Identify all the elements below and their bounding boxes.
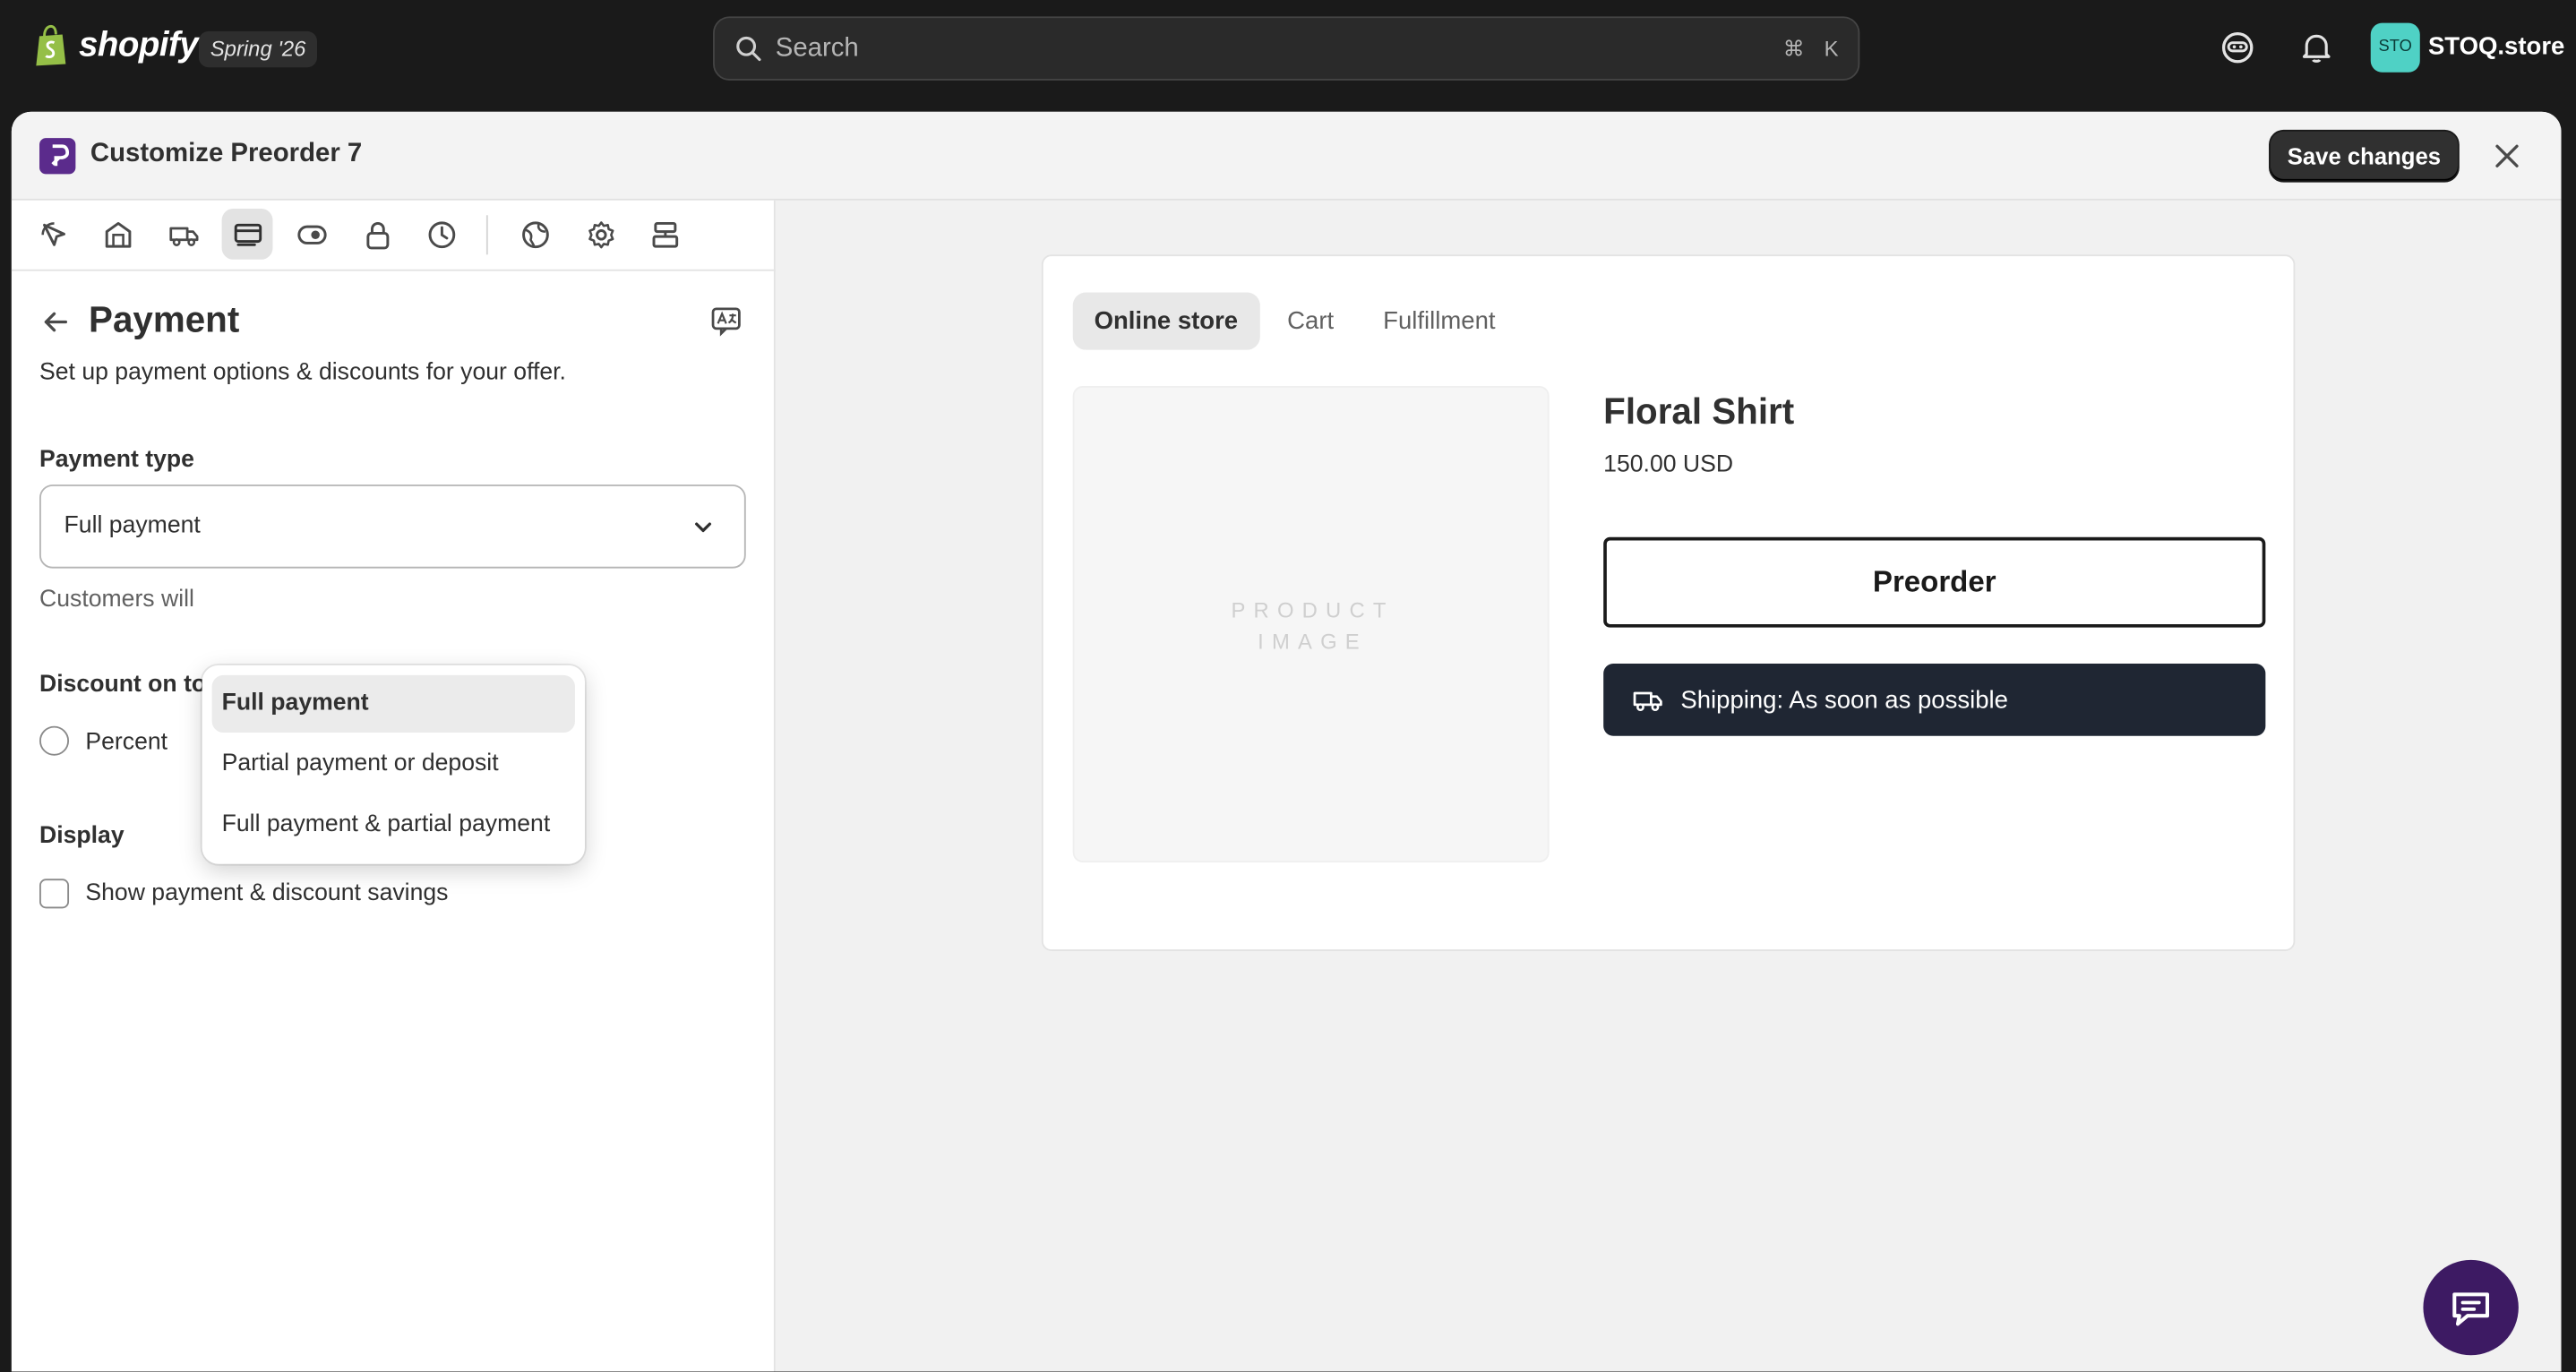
payment-icon[interactable] [221, 208, 273, 260]
settings-panel: Payment Set up payment options & discoun… [11, 200, 776, 1372]
panel-title: Payment [89, 298, 240, 340]
icon-bar-divider [485, 215, 488, 255]
preorder-button[interactable]: Preorder [1603, 536, 2266, 628]
product-image-placeholder: PRODUCT IMAGE [1072, 386, 1550, 862]
show-savings-label[interactable]: Show payment & discount savings [85, 880, 448, 906]
preview-card: Online store Cart Fulfillment PRODUCT IM… [1041, 254, 2296, 952]
chevron-down-icon [695, 522, 712, 533]
product-name: Floral Shirt [1603, 390, 1795, 433]
globe-icon[interactable] [510, 209, 561, 260]
search-placeholder: Search [775, 33, 859, 62]
shopify-bag-icon [36, 24, 66, 66]
store-icon[interactable] [92, 209, 143, 260]
shopify-wordmark: shopify [79, 26, 199, 64]
product-image-text: PRODUCT IMAGE [1231, 597, 1395, 655]
modal-title: Customize Preorder 7 [90, 139, 363, 168]
customize-modal: Customize Preorder 7 Save changes Paymen… [11, 111, 2562, 1372]
tab-cart[interactable]: Cart [1266, 292, 1355, 349]
appearance-icon[interactable] [28, 209, 79, 260]
lock-icon[interactable] [352, 209, 403, 260]
modal-header: Customize Preorder 7 Save changes [11, 111, 2562, 201]
option-full-and-partial-payment[interactable]: Full payment & partial payment [212, 797, 575, 854]
percent-radio[interactable] [39, 725, 70, 756]
shipping-banner: Shipping: As soon as possible [1603, 664, 2266, 736]
chat-icon [2452, 1292, 2489, 1326]
payment-help-text: Customers will [39, 586, 194, 613]
tab-online-store[interactable]: Online store [1072, 292, 1259, 350]
percent-radio-label[interactable]: Percent [85, 729, 167, 755]
search-icon [736, 36, 761, 62]
option-partial-payment[interactable]: Partial payment or deposit [212, 736, 575, 793]
truck-icon [1633, 691, 1662, 712]
visibility-icon[interactable] [286, 209, 337, 260]
settings-icon[interactable] [575, 209, 626, 260]
discount-label: Discount on to [39, 672, 207, 699]
close-icon[interactable] [2492, 141, 2521, 171]
display-label: Display [39, 822, 125, 850]
translate-icon[interactable] [709, 304, 743, 337]
option-full-payment[interactable]: Full payment [211, 674, 575, 733]
payment-type-value: Full payment [64, 512, 201, 539]
save-changes-button[interactable]: Save changes [2270, 131, 2458, 181]
layout-icon[interactable] [640, 209, 691, 260]
payment-type-select[interactable]: Full payment [39, 484, 746, 569]
payment-type-dropdown: Full payment Partial payment or deposit … [202, 665, 585, 864]
chat-button[interactable] [2423, 1259, 2519, 1356]
version-badge: Spring '26 [198, 30, 318, 68]
preview-tabs: Online store Cart Fulfillment [1072, 292, 1517, 350]
search-bar[interactable]: Search ⌘ K [713, 16, 1860, 81]
store-avatar[interactable]: STO [2370, 22, 2420, 73]
product-price: 150.00 USD [1603, 451, 1734, 478]
section-icon-bar [11, 201, 776, 271]
store-name[interactable]: STOQ.store [2428, 33, 2564, 61]
shipping-icon[interactable] [158, 209, 209, 260]
sidekick-icon[interactable] [2220, 30, 2255, 65]
shopify-logo[interactable]: shopify [33, 24, 199, 68]
back-arrow-icon[interactable] [41, 307, 71, 337]
panel-subtitle: Set up payment options & discounts for y… [39, 359, 566, 387]
app-icon [39, 138, 76, 175]
show-savings-checkbox[interactable] [39, 879, 70, 909]
tab-fulfillment[interactable]: Fulfillment [1361, 292, 1516, 349]
shipping-text: Shipping: As soon as possible [1680, 685, 2008, 714]
admin-top-bar: shopify Spring '26 Search ⌘ K STO STOQ.st… [0, 0, 2576, 99]
payment-type-label: Payment type [39, 446, 194, 474]
clock-icon[interactable] [416, 209, 467, 260]
bell-icon[interactable] [2298, 30, 2334, 65]
search-shortcut: ⌘ K [1782, 35, 1839, 60]
